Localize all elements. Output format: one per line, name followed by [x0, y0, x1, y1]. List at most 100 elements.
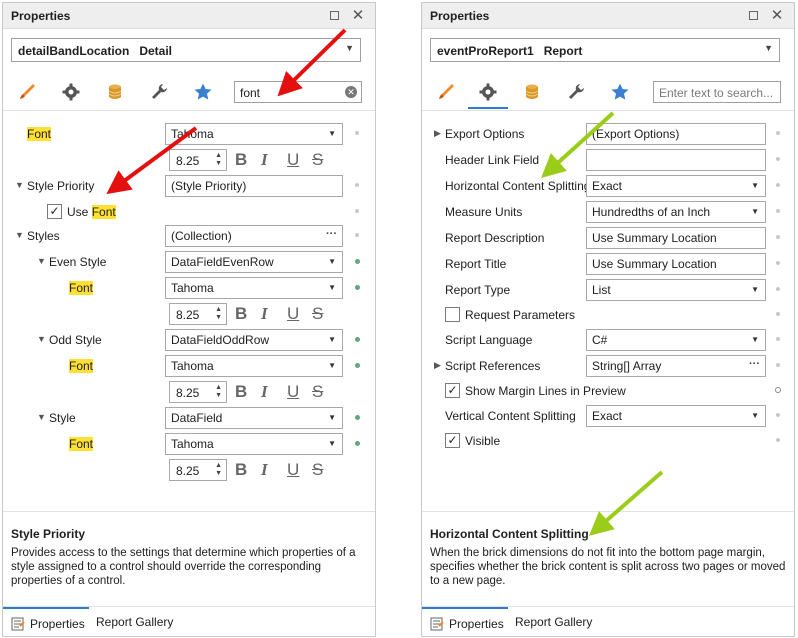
close-icon[interactable]: ✕	[349, 7, 367, 25]
tab-data[interactable]	[512, 75, 552, 109]
property-row-even-font[interactable]: Font Tahoma ▼	[3, 277, 375, 299]
collapse-icon[interactable]: ▼	[37, 256, 46, 266]
property-dropdown[interactable]: Exact ▼	[586, 175, 766, 197]
tab-properties[interactable]: Properties	[422, 607, 508, 636]
italic-button[interactable]: I	[261, 150, 268, 170]
collapse-icon[interactable]: ▼	[15, 180, 24, 190]
property-editor[interactable]: Use Summary Location	[586, 227, 766, 249]
property-editor[interactable]: String[] Array ···	[586, 355, 766, 377]
property-editor[interactable]: Use Summary Location	[586, 253, 766, 275]
tab-design[interactable]	[556, 75, 596, 109]
property-row-report-description[interactable]: Report Description Use Summary Location	[422, 227, 794, 249]
tab-appearance[interactable]	[426, 75, 466, 109]
bold-button[interactable]: B	[235, 150, 247, 170]
float-window-icon[interactable]	[744, 7, 762, 25]
property-dropdown[interactable]: List ▼	[586, 279, 766, 301]
property-dropdown[interactable]: C# ▼	[586, 329, 766, 351]
property-row-even-style[interactable]: ▼ Even Style DataFieldEvenRow ▼	[3, 251, 375, 273]
property-row-vertical-content-splitting[interactable]: Vertical Content Splitting Exact ▼	[422, 405, 794, 427]
underline-button[interactable]: U	[287, 150, 299, 170]
property-row-use-font[interactable]: ✓ Use Font	[3, 201, 375, 223]
search-input[interactable]: Enter text to search...	[653, 81, 781, 103]
property-dropdown[interactable]: Hundredths of an Inch ▼	[586, 201, 766, 223]
tab-properties[interactable]: Properties	[3, 607, 89, 636]
property-row-show-margin-lines[interactable]: ✓ Show Margin Lines in Preview	[422, 380, 794, 402]
property-editor[interactable]: (Export Options)	[586, 123, 766, 145]
strikeout-button[interactable]: S	[312, 382, 323, 402]
font-size-spinner[interactable]: 8.25 ▲ ▼	[169, 381, 227, 403]
visible-checkbox[interactable]: ✓	[445, 433, 460, 448]
bold-button[interactable]: B	[235, 304, 247, 324]
property-row-style[interactable]: ▼ Style DataField ▼	[3, 407, 375, 429]
property-row-styles[interactable]: ▼ Styles (Collection) ···	[3, 225, 375, 247]
font-size-spinner[interactable]: 8.25 ▲ ▼	[169, 303, 227, 325]
underline-button[interactable]: U	[287, 460, 299, 480]
expand-icon[interactable]: ▶	[434, 128, 441, 139]
tab-appearance[interactable]	[7, 75, 47, 109]
property-row-report-title[interactable]: Report Title Use Summary Location	[422, 253, 794, 275]
font-name-dropdown[interactable]: Tahoma ▼	[165, 433, 343, 455]
property-row-horizontal-content-splitting[interactable]: Horizontal Content Splitting Exact ▼	[422, 175, 794, 197]
tab-behavior[interactable]	[51, 75, 91, 109]
spin-arrows-icon[interactable]: ▲ ▼	[215, 152, 222, 168]
font-name-dropdown[interactable]: Tahoma ▼	[165, 123, 343, 145]
font-name-dropdown[interactable]: Tahoma ▼	[165, 277, 343, 299]
font-size-spinner[interactable]: 8.25 ▲ ▼	[169, 149, 227, 171]
style-priority-editor[interactable]: (Style Priority)	[165, 175, 343, 197]
property-row-odd-style[interactable]: ▼ Odd Style DataFieldOddRow ▼	[3, 329, 375, 351]
property-row-style-font[interactable]: Font Tahoma ▼	[3, 433, 375, 455]
object-selector[interactable]: detailBandLocation Detail ▼	[11, 38, 361, 62]
property-row-visible[interactable]: ✓ Visible	[422, 430, 794, 452]
ellipsis-icon[interactable]: ···	[749, 358, 760, 370]
bold-button[interactable]: B	[235, 382, 247, 402]
tab-data[interactable]	[95, 75, 135, 109]
property-row-odd-font[interactable]: Font Tahoma ▼	[3, 355, 375, 377]
expand-icon[interactable]: ▶	[434, 360, 441, 371]
float-window-icon[interactable]	[325, 7, 343, 25]
property-row-script-references[interactable]: ▶ Script References String[] Array ···	[422, 355, 794, 377]
underline-button[interactable]: U	[287, 304, 299, 324]
bold-button[interactable]: B	[235, 460, 247, 480]
even-style-dropdown[interactable]: DataFieldEvenRow ▼	[165, 251, 343, 273]
spin-arrows-icon[interactable]: ▲ ▼	[215, 462, 222, 478]
object-selector[interactable]: eventProReport1 Report ▼	[430, 38, 780, 62]
styles-editor[interactable]: (Collection) ···	[165, 225, 343, 247]
odd-style-dropdown[interactable]: DataFieldOddRow ▼	[165, 329, 343, 351]
property-row-report-type[interactable]: Report Type List ▼	[422, 279, 794, 301]
strikeout-button[interactable]: S	[312, 304, 323, 324]
tab-report-gallery[interactable]: Report Gallery	[89, 607, 179, 636]
property-row-font[interactable]: Font Tahoma ▼	[3, 123, 375, 145]
use-font-checkbox[interactable]: ✓	[47, 204, 62, 219]
close-icon[interactable]: ✕	[768, 7, 786, 25]
collapse-icon[interactable]: ▼	[15, 230, 24, 240]
strikeout-button[interactable]: S	[312, 150, 323, 170]
tab-favorites[interactable]	[600, 75, 640, 109]
request-parameters-checkbox[interactable]	[445, 307, 460, 322]
tab-favorites[interactable]	[183, 75, 223, 109]
spin-arrows-icon[interactable]: ▲ ▼	[215, 306, 222, 322]
spin-arrows-icon[interactable]: ▲ ▼	[215, 384, 222, 400]
font-size-spinner[interactable]: 8.25 ▲ ▼	[169, 459, 227, 481]
search-input[interactable]: font ✕	[234, 81, 362, 103]
property-row-style-priority[interactable]: ▼ Style Priority (Style Priority)	[3, 175, 375, 197]
tab-behavior[interactable]	[468, 75, 508, 109]
ellipsis-icon[interactable]: ···	[326, 228, 337, 240]
property-dropdown[interactable]: Exact ▼	[586, 405, 766, 427]
property-row-request-parameters[interactable]: Request Parameters	[422, 304, 794, 326]
property-row-export-options[interactable]: ▶ Export Options (Export Options)	[422, 123, 794, 145]
property-row-script-language[interactable]: Script Language C# ▼	[422, 329, 794, 351]
style-dropdown[interactable]: DataField ▼	[165, 407, 343, 429]
collapse-icon[interactable]: ▼	[37, 412, 46, 422]
underline-button[interactable]: U	[287, 382, 299, 402]
property-editor[interactable]	[586, 149, 766, 171]
show-margin-lines-checkbox[interactable]: ✓	[445, 383, 460, 398]
italic-button[interactable]: I	[261, 460, 268, 480]
font-name-dropdown[interactable]: Tahoma ▼	[165, 355, 343, 377]
strikeout-button[interactable]: S	[312, 460, 323, 480]
property-row-header-link-field[interactable]: Header Link Field	[422, 149, 794, 171]
tab-design[interactable]	[139, 75, 179, 109]
collapse-icon[interactable]: ▼	[37, 334, 46, 344]
italic-button[interactable]: I	[261, 304, 268, 324]
property-row-measure-units[interactable]: Measure Units Hundredths of an Inch ▼	[422, 201, 794, 223]
italic-button[interactable]: I	[261, 382, 268, 402]
